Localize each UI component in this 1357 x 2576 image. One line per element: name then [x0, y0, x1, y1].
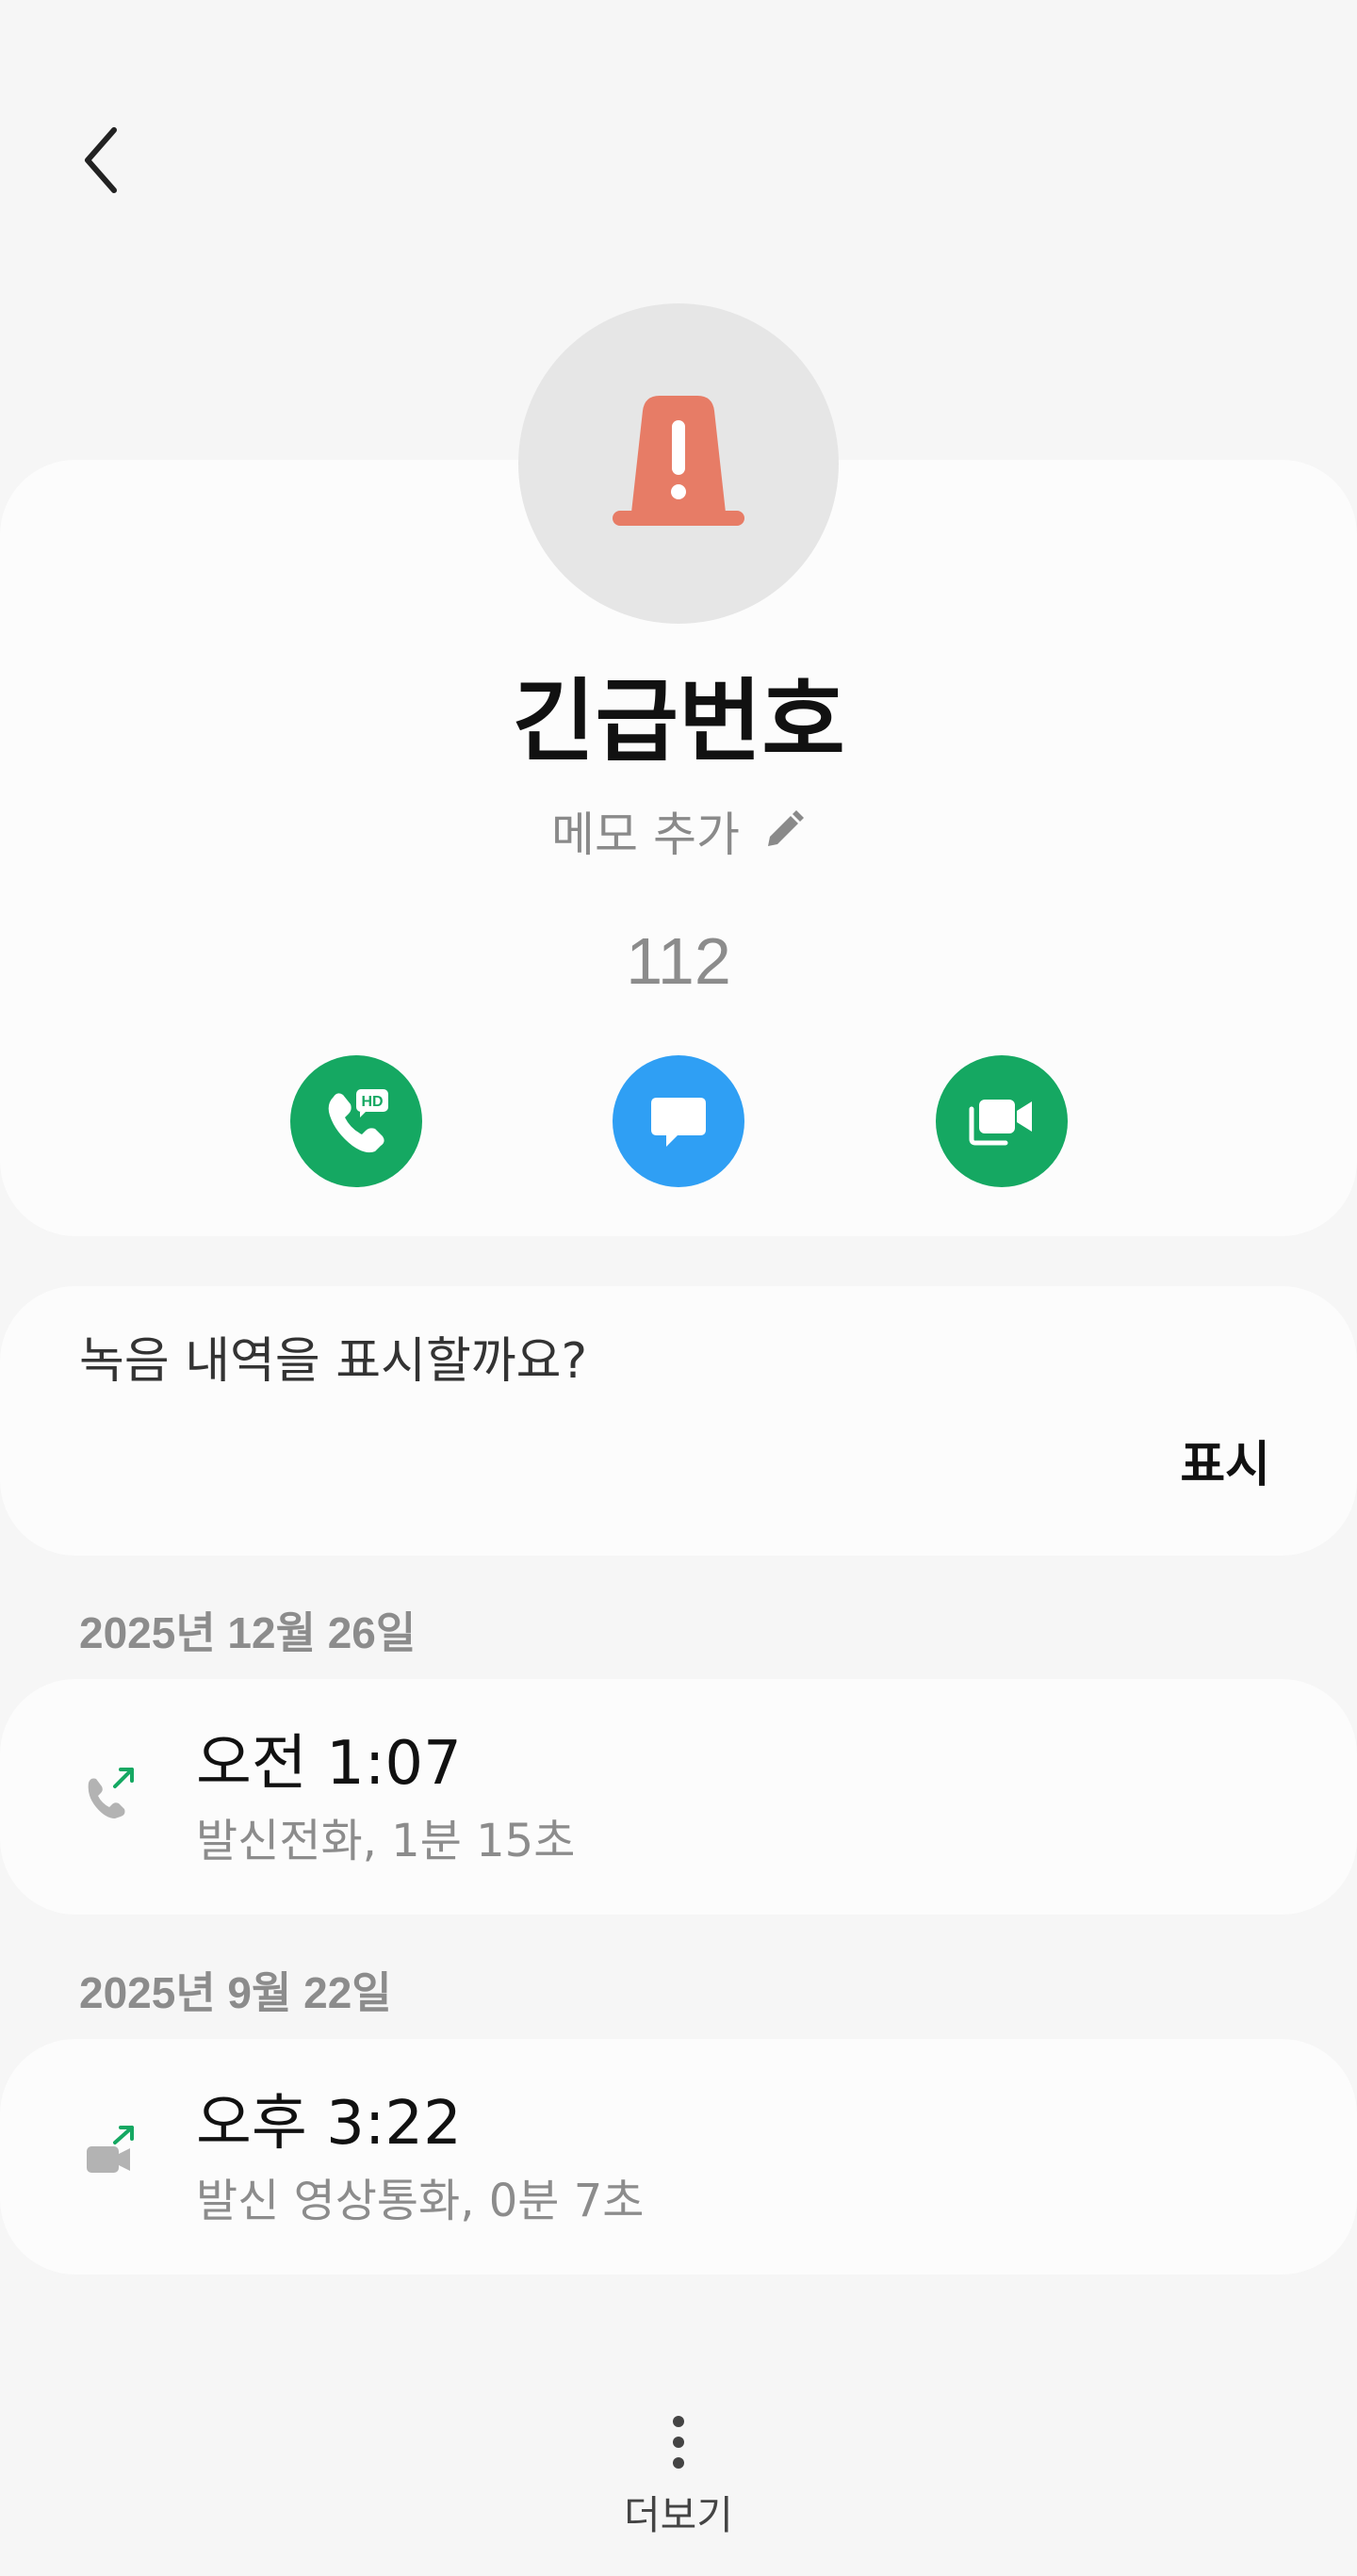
call-date-header: 2025년 9월 22일 [79, 1968, 392, 2017]
call-time: 오전 1:07 [196, 1729, 462, 1799]
hd-voice-call-icon: HD [328, 1089, 388, 1153]
hd-voice-call-button[interactable]: HD [290, 1055, 422, 1187]
emergency-siren-icon [613, 396, 744, 526]
more-options-button[interactable]: 더보기 [584, 2412, 773, 2563]
video-call-icon [969, 1100, 1032, 1146]
contact-detail-screen: 긴급번호 메모 추가 112 HD 녹음 내역을 표시할까요? 표시 2025년… [0, 0, 1357, 2576]
call-date-header: 2025년 12월 26일 [79, 1608, 417, 1657]
message-icon [651, 1098, 706, 1147]
outgoing-call-icon [88, 1768, 134, 1818]
svg-text:HD: HD [361, 1094, 383, 1110]
pencil-icon [767, 810, 804, 846]
show-recordings-button[interactable]: 표시 [1180, 1427, 1270, 1503]
outgoing-video-call-icon [87, 2126, 134, 2173]
call-log-item[interactable]: 오전 1:07 발신전화, 1분 15초 [0, 1679, 1357, 1915]
more-label: 더보기 [624, 2492, 733, 2538]
video-call-button[interactable] [936, 1055, 1068, 1187]
recording-question: 녹음 내역을 표시할까요? [79, 1333, 588, 1390]
avatar [518, 303, 839, 624]
call-detail: 발신전화, 1분 15초 [196, 1815, 576, 1867]
chevron-left-icon [85, 127, 117, 193]
add-memo-button[interactable]: 메모 추가 [0, 793, 1357, 869]
memo-label: 메모 추가 [551, 807, 740, 862]
back-button[interactable] [68, 113, 136, 207]
call-log-item[interactable]: 오후 3:22 발신 영상통화, 0분 7초 [0, 2039, 1357, 2274]
recording-history-card: 녹음 내역을 표시할까요? 표시 [0, 1286, 1357, 1556]
call-time: 오후 3:22 [196, 2089, 462, 2159]
call-detail: 발신 영상통화, 0분 7초 [196, 2175, 645, 2227]
more-vertical-icon [673, 2416, 684, 2469]
phone-number: 112 [626, 924, 731, 998]
message-button[interactable] [613, 1055, 744, 1187]
contact-name: 긴급번호 [512, 669, 845, 774]
